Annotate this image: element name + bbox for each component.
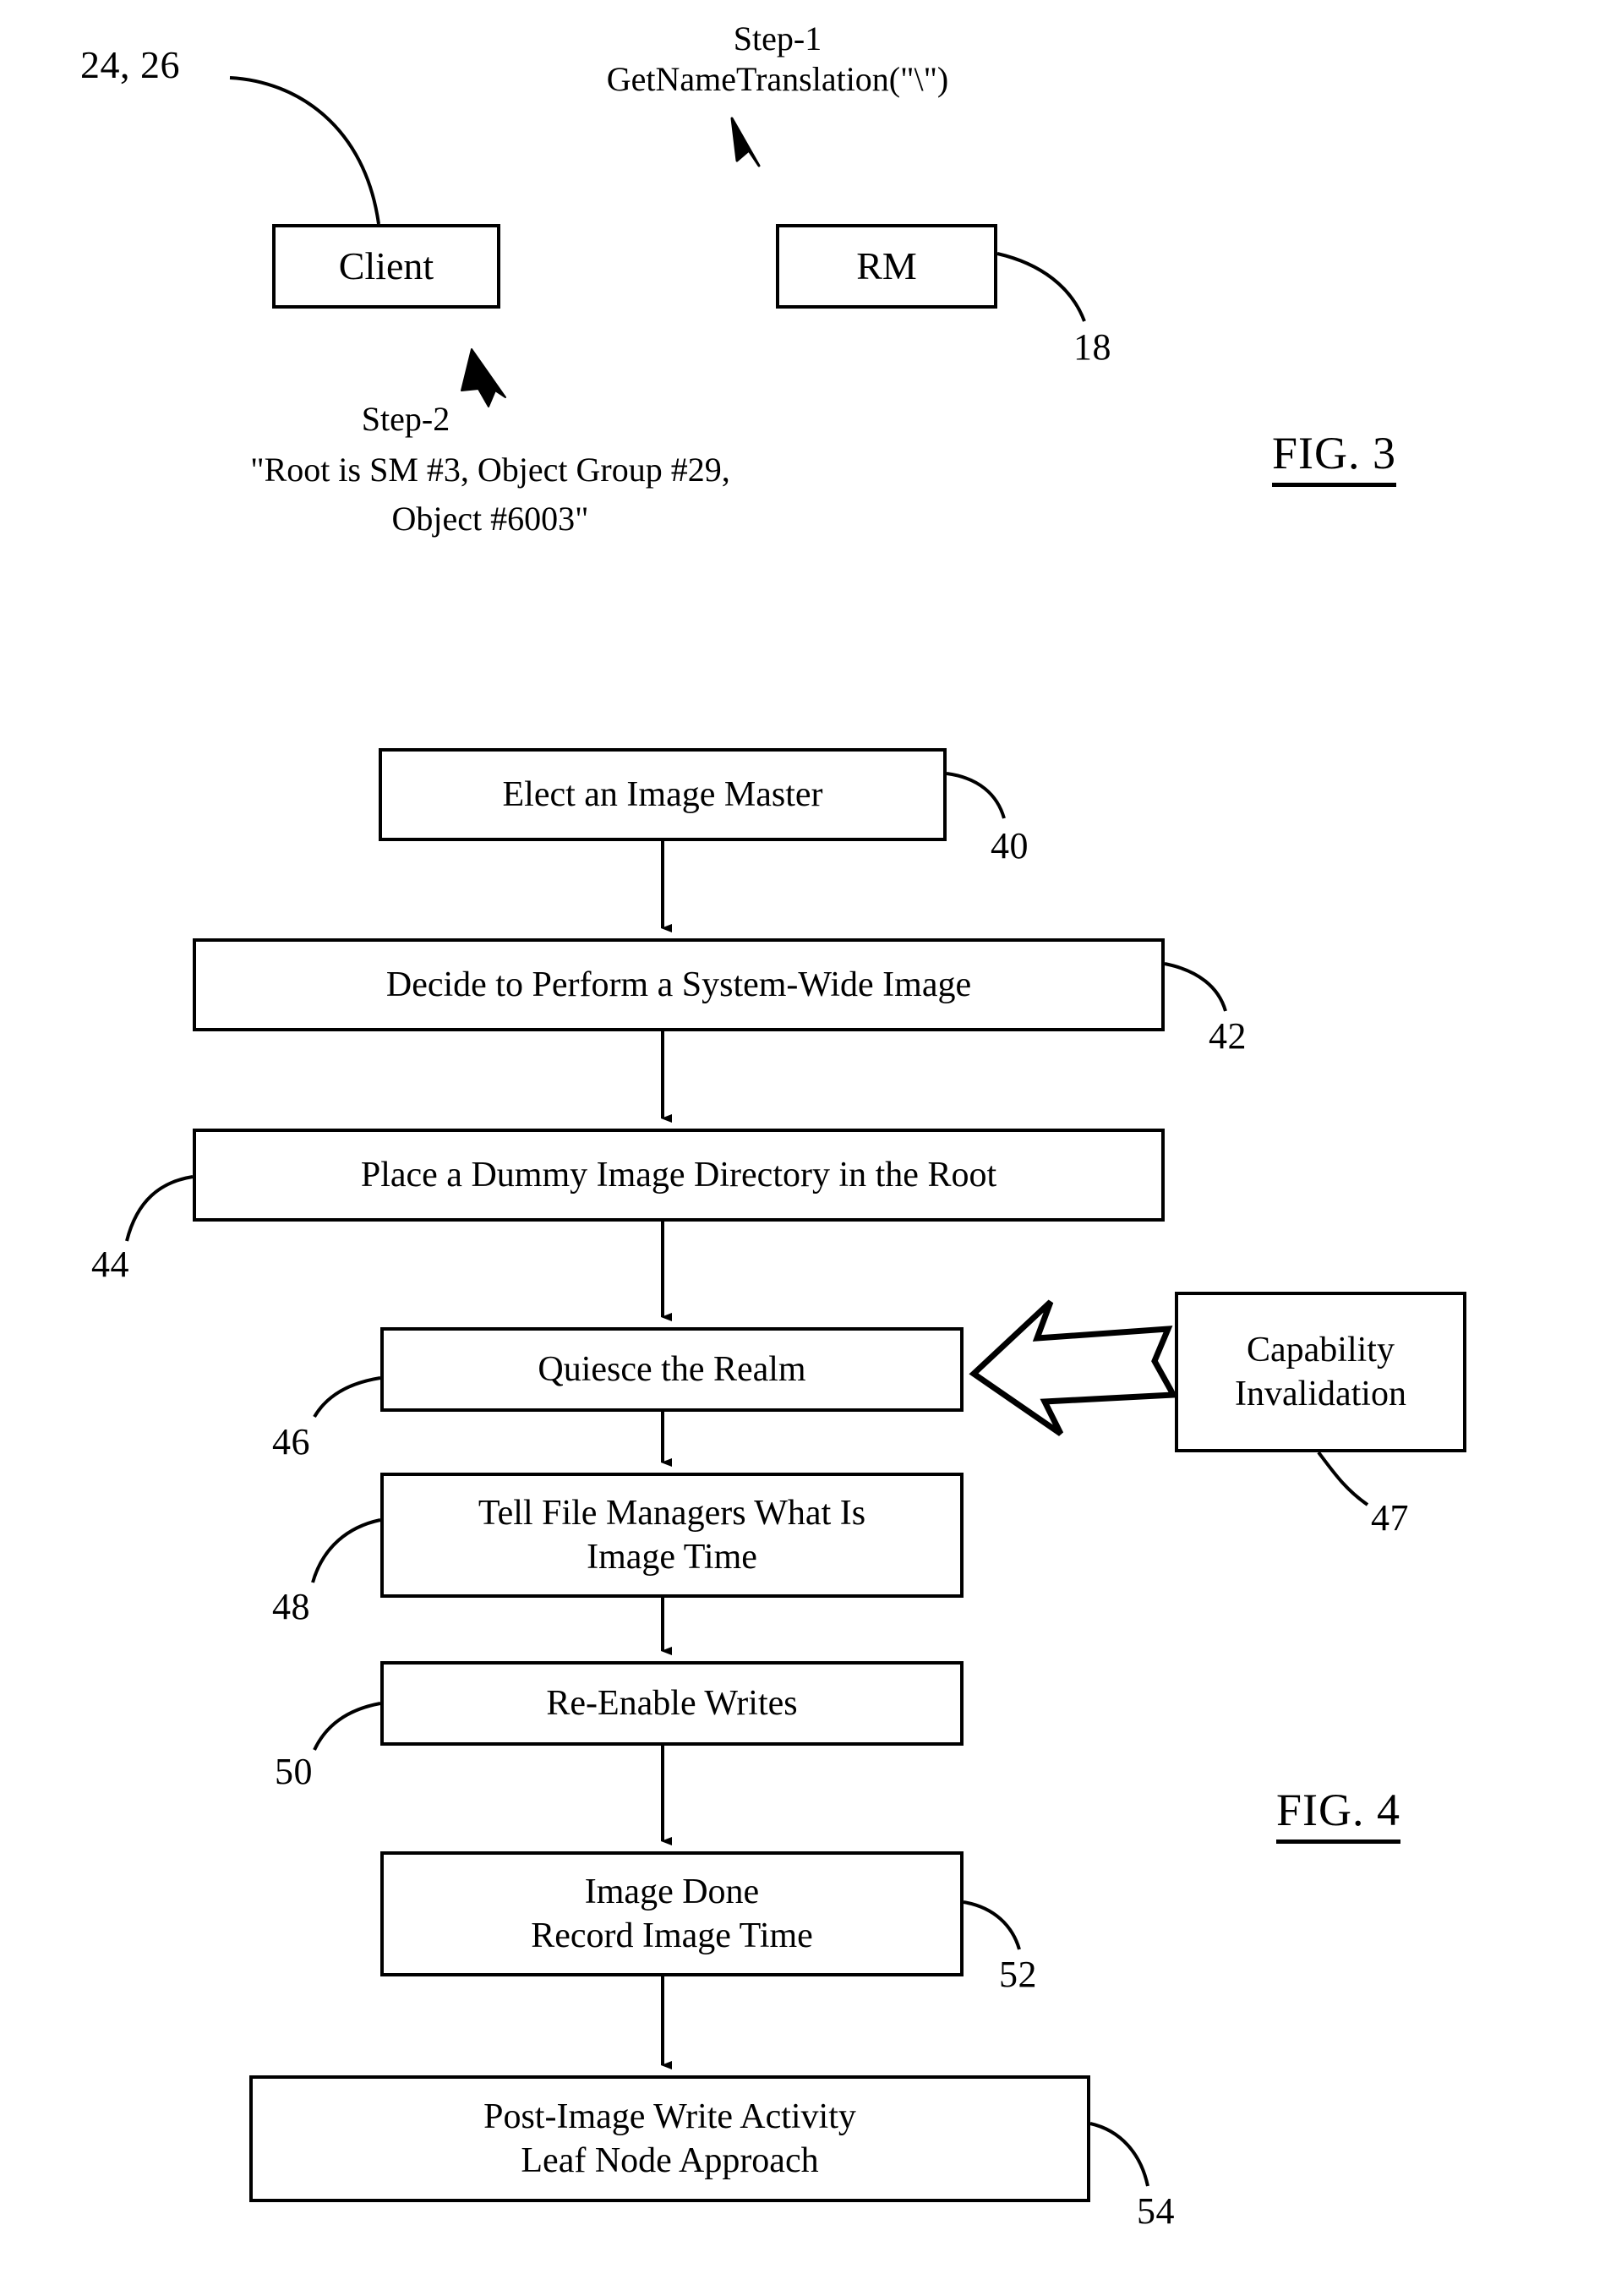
step-box-place-dummy-image-directory: Place a Dummy Image Directory in the Roo… <box>193 1129 1165 1222</box>
leader-line-44 <box>125 1175 194 1242</box>
step-box-image-done: Image Done Record Image Time <box>380 1851 964 1976</box>
capability-invalidation-line-2: Invalidation <box>1235 1375 1406 1413</box>
rm-box-label: RM <box>856 244 917 288</box>
reference-numeral-46: 46 <box>272 1421 310 1462</box>
reference-numeral-24-26: 24, 26 <box>80 43 180 86</box>
block-arrow-capability-invalidation <box>969 1299 1178 1436</box>
step-box-tell-file-managers: Tell File Managers What Is Image Time <box>380 1473 964 1598</box>
step-box-line-2: Leaf Node Approach <box>521 2141 819 2180</box>
leader-line-42 <box>1164 962 1227 1012</box>
leader-line-52 <box>963 1900 1021 1950</box>
figure-label-fig4: FIG. 4 <box>1276 1784 1401 1844</box>
step-box-label: Place a Dummy Image Directory in the Roo… <box>360 1155 997 1194</box>
step-box-line-1: Image Done <box>584 1872 760 1911</box>
step2-line-2: Object #6003" <box>391 500 589 538</box>
leader-line-47 <box>1317 1451 1369 1506</box>
step-box-elect-image-master: Elect an Image Master <box>379 748 947 841</box>
figure-label-fig3: FIG. 3 <box>1272 427 1397 487</box>
patent-drawing-page: 24, 26 Step-1 GetNameTranslation("\") Cl… <box>0 0 1616 2296</box>
leader-line-48 <box>311 1518 381 1583</box>
step-box-label: Re-Enable Writes <box>546 1683 798 1723</box>
step-box-label: Quiesce the Realm <box>538 1349 806 1389</box>
leader-line-40 <box>946 772 1006 819</box>
leader-line-18 <box>996 252 1086 322</box>
step1-call: GetNameTranslation("\") <box>606 60 949 98</box>
step-box-quiesce-the-realm: Quiesce the Realm <box>380 1327 964 1412</box>
reference-numeral-54: 54 <box>1137 2190 1175 2232</box>
reference-numeral-42: 42 <box>1209 1015 1247 1057</box>
rm-box: RM <box>776 224 997 309</box>
leader-line-54 <box>1089 2122 1149 2187</box>
step-box-decide-system-wide-image: Decide to Perform a System-Wide Image <box>193 938 1165 1031</box>
reference-numeral-40: 40 <box>991 825 1029 866</box>
step-box-line-1: Tell File Managers What Is <box>478 1493 866 1533</box>
leader-line-24-26 <box>229 76 380 225</box>
reference-numeral-48: 48 <box>272 1586 310 1627</box>
step-box-line-1: Post-Image Write Activity <box>483 2096 856 2136</box>
step-box-label: Decide to Perform a System-Wide Image <box>385 965 972 1004</box>
step2-line-1: "Root is SM #3, Object Group #29, <box>250 451 730 489</box>
leader-line-46 <box>313 1376 381 1419</box>
reference-numeral-18: 18 <box>1073 326 1111 368</box>
reference-numeral-50: 50 <box>275 1751 313 1792</box>
step-box-re-enable-writes: Re-Enable Writes <box>380 1661 964 1746</box>
capability-invalidation-line-1: Capability <box>1247 1330 1395 1369</box>
step-box-post-image-write-activity: Post-Image Write Activity Leaf Node Appr… <box>249 2075 1090 2202</box>
client-box: Client <box>272 224 500 309</box>
step-box-line-2: Image Time <box>587 1538 757 1577</box>
step1-arrow-icon <box>730 117 761 167</box>
reference-numeral-44: 44 <box>91 1244 129 1285</box>
step2-title: Step-2 <box>361 400 450 438</box>
leader-line-50 <box>313 1702 381 1751</box>
step-box-line-2: Record Image Time <box>531 1916 813 1955</box>
reference-numeral-47: 47 <box>1371 1497 1409 1539</box>
step1-title: Step-1 <box>733 19 822 57</box>
step-box-label: Elect an Image Master <box>502 774 823 814</box>
capability-invalidation-box: Capability Invalidation <box>1175 1292 1466 1452</box>
reference-numeral-52: 52 <box>999 1954 1037 1995</box>
client-box-label: Client <box>338 244 434 288</box>
